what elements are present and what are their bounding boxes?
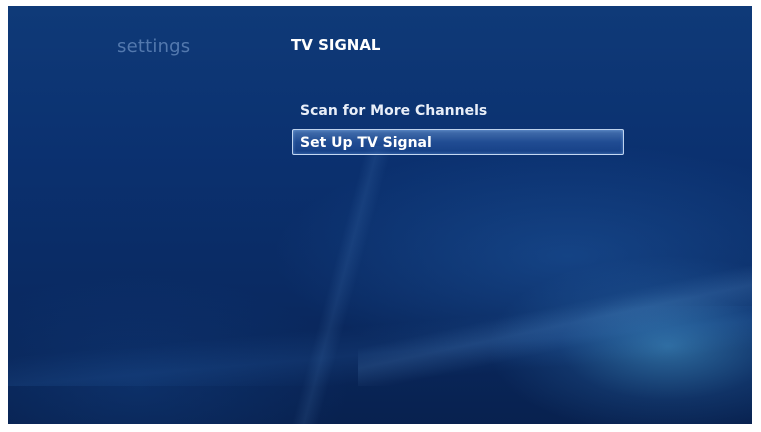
page-title: TV SIGNAL: [291, 36, 381, 54]
background-light-streak: [8, 306, 752, 386]
media-center-screen: settings TV SIGNAL Scan for More Channel…: [8, 6, 752, 424]
menu-list: Scan for More Channels Set Up TV Signal: [292, 98, 624, 160]
background-light-streak: [358, 266, 752, 386]
section-label[interactable]: settings: [117, 36, 190, 57]
menu-item-scan-channels[interactable]: Scan for More Channels: [292, 98, 624, 124]
menu-item-set-up-tv-signal[interactable]: Set Up TV Signal: [292, 129, 624, 155]
background-light-streak: [258, 146, 418, 424]
